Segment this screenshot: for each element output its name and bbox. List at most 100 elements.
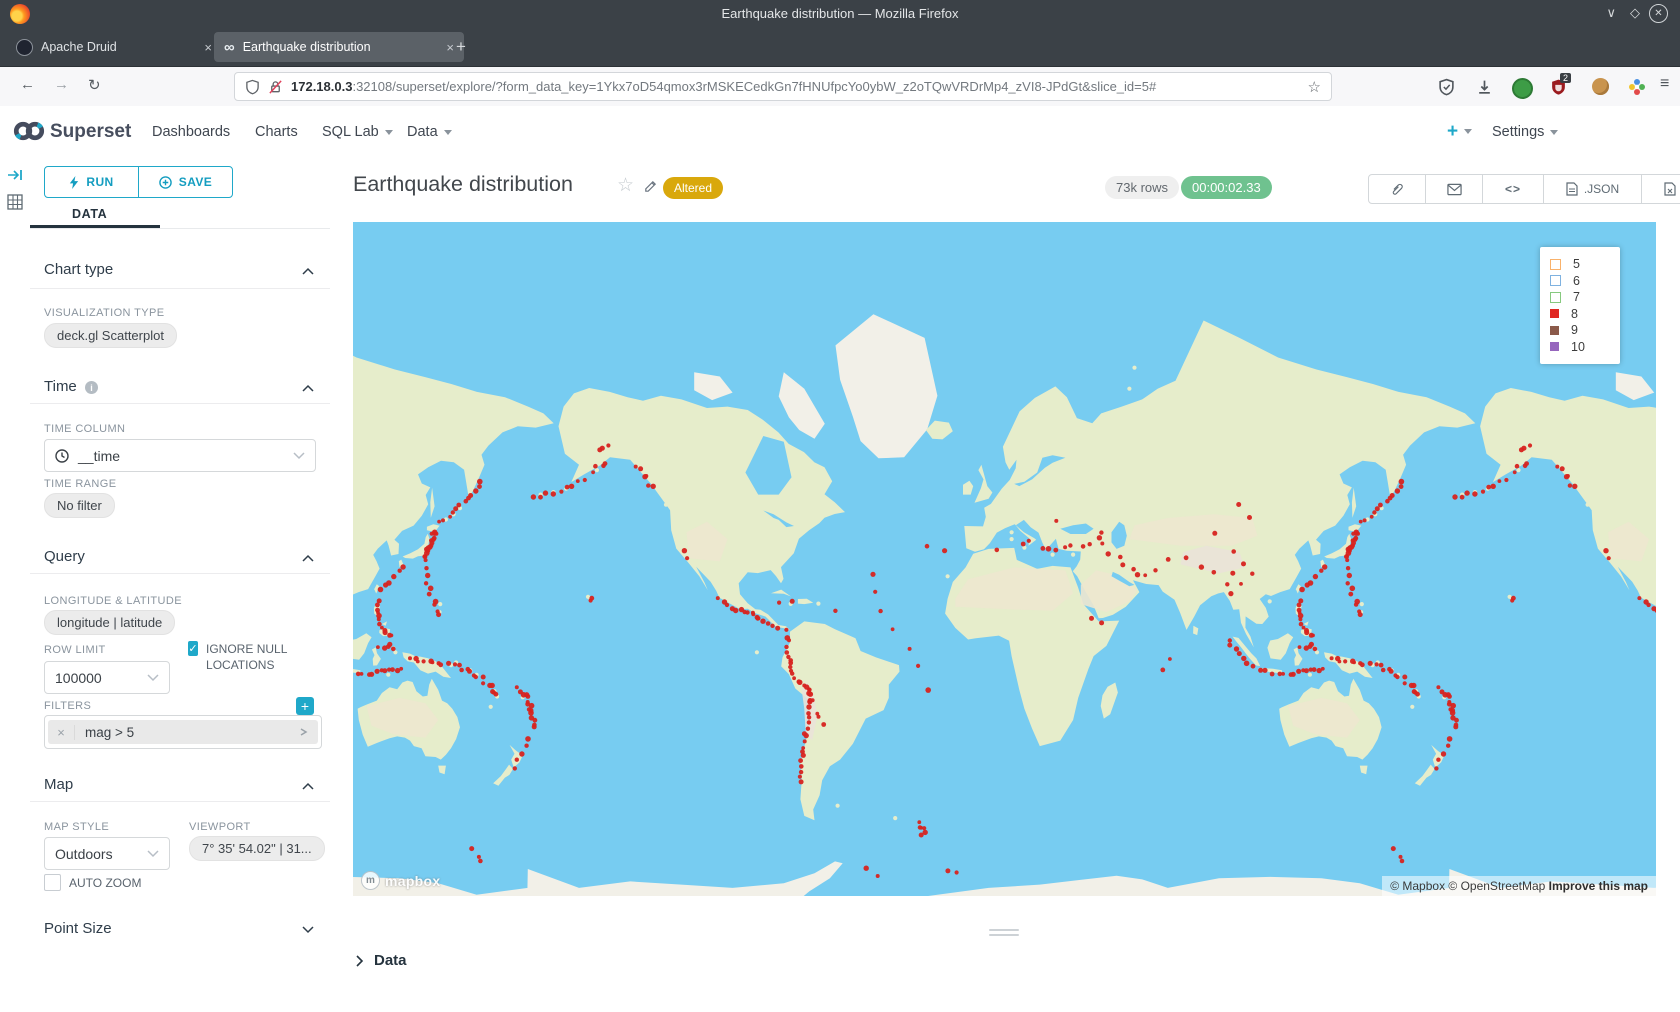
lonlat-value[interactable]: longitude | latitude (44, 610, 175, 635)
data-results-header[interactable]: Data (355, 952, 407, 969)
window-close-icon[interactable]: ✕ (1649, 4, 1668, 23)
legend-row[interactable]: 10 (1550, 339, 1610, 356)
browser-tab-earthquake[interactable]: ∞ Earthquake distribution × (214, 32, 464, 62)
chevron-down-icon[interactable] (302, 926, 314, 934)
section-chart-type[interactable]: Chart type (44, 261, 113, 278)
back-icon[interactable]: ← (20, 76, 35, 93)
legend-row[interactable]: 7 (1550, 289, 1610, 306)
world-map-canvas (353, 222, 1656, 896)
remove-filter-icon[interactable]: × (48, 725, 75, 740)
time-range-value[interactable]: No filter (44, 493, 115, 518)
section-query[interactable]: Query (44, 548, 85, 565)
auto-zoom-checkbox[interactable]: AUTO ZOOM (44, 874, 141, 891)
downloads-icon[interactable] (1476, 78, 1493, 96)
lightning-icon (69, 176, 79, 189)
extension-green-icon[interactable] (1512, 78, 1533, 99)
tab-close-icon[interactable]: × (446, 40, 454, 55)
time-column-select[interactable]: __time (44, 439, 316, 472)
forward-icon[interactable]: → (54, 76, 69, 93)
viewport-value[interactable]: 7° 35' 54.02" | 31... (189, 836, 325, 861)
filters-label: FILTERS (44, 700, 91, 712)
save-button[interactable]: SAVE (138, 167, 232, 197)
legend-row[interactable]: 8 (1550, 306, 1610, 323)
filter-chip[interactable]: × mag > 5 (48, 720, 318, 744)
checkbox-checked-icon: ✓ (188, 641, 198, 656)
new-item-button[interactable]: + (1447, 121, 1472, 143)
bookmark-star-icon[interactable]: ☆ (1308, 78, 1321, 96)
new-tab-button[interactable]: + (456, 38, 466, 55)
expand-panel-icon[interactable] (7, 167, 23, 183)
control-panel: RUN SAVE DATA Chart type VISUALIZATION T… (30, 157, 331, 1012)
attribution-text[interactable]: © Mapbox © OpenStreetMap (1390, 879, 1545, 893)
legend-row[interactable]: 5 (1550, 256, 1610, 273)
window-titlebar: Earthquake distribution — Mozilla Firefo… (0, 0, 1680, 28)
nav-data[interactable]: Data (407, 124, 452, 140)
envelope-icon (1447, 183, 1462, 196)
chevron-right-icon[interactable] (298, 728, 310, 736)
map-legend[interactable]: 5 678910 (1540, 247, 1620, 364)
add-filter-button[interactable]: + (296, 697, 314, 715)
tab-close-icon[interactable]: × (204, 40, 212, 55)
browser-tab-druid[interactable]: Apache Druid × (6, 32, 222, 62)
insecure-lock-icon[interactable] (268, 79, 283, 95)
protections-shield-icon[interactable] (1438, 78, 1455, 96)
chevron-down-icon (147, 850, 159, 858)
map-style-label: MAP STYLE (44, 821, 109, 833)
legend-label: 5 (1573, 257, 1580, 271)
favorite-star-icon[interactable]: ☆ (617, 174, 634, 197)
panel-resize-handle[interactable] (989, 929, 1019, 939)
viz-type-value[interactable]: deck.gl Scatterplot (44, 323, 177, 348)
brand-name[interactable]: Superset (50, 121, 131, 143)
legend-row[interactable]: 9 (1550, 322, 1610, 339)
ignore-null-checkbox[interactable]: ✓ IGNORE NULL LOCATIONS (188, 641, 308, 673)
druid-favicon (16, 39, 33, 56)
file-x-icon (1664, 182, 1676, 196)
browser-tab-strip: Apache Druid × ∞ Earthquake distribution… (0, 28, 1680, 67)
nav-settings[interactable]: Settings (1492, 124, 1558, 140)
chevron-up-icon[interactable] (302, 782, 314, 790)
divider (30, 573, 330, 574)
chevron-up-icon[interactable] (302, 267, 314, 275)
legend-row[interactable]: 6 (1550, 273, 1610, 290)
section-time[interactable]: Time (44, 378, 77, 395)
export-json-button[interactable]: .JSON (1544, 174, 1642, 204)
ublock-shield-icon[interactable]: 2 (1550, 78, 1567, 101)
nav-sql-lab[interactable]: SQL Lab (322, 124, 393, 140)
email-button[interactable] (1426, 174, 1483, 204)
pinwheel-extension-icon[interactable] (1628, 78, 1646, 96)
run-save-group: RUN SAVE (44, 166, 233, 198)
share-link-button[interactable] (1368, 174, 1426, 204)
embed-code-button[interactable]: <> (1483, 174, 1544, 204)
deckgl-map[interactable]: 5 678910 m mapbox © Mapbox © OpenStreetMa… (353, 222, 1656, 896)
export-csv-button[interactable]: .CSV (1642, 174, 1680, 204)
map-attribution: © Mapbox © OpenStreetMap Improve this ma… (1382, 876, 1656, 896)
improve-map-link[interactable]: Improve this map (1549, 879, 1648, 893)
auto-zoom-label: AUTO ZOOM (69, 875, 141, 891)
tabs-divider (30, 228, 330, 229)
run-button[interactable]: RUN (45, 167, 138, 197)
legend-swatch-icon (1550, 275, 1561, 286)
window-minimize-icon[interactable]: ∨ (1606, 5, 1616, 21)
info-icon[interactable]: i (85, 381, 98, 394)
section-point-size[interactable]: Point Size (44, 920, 112, 937)
tab-data[interactable]: DATA (72, 207, 107, 221)
section-map[interactable]: Map (44, 776, 73, 793)
nav-charts[interactable]: Charts (255, 124, 298, 140)
altered-badge[interactable]: Altered (663, 177, 723, 199)
legend-swatch-icon (1550, 342, 1559, 351)
row-limit-select[interactable]: 100000 (44, 661, 170, 694)
chevron-up-icon[interactable] (302, 384, 314, 392)
edit-pencil-icon[interactable] (643, 179, 658, 194)
window-maximize-icon[interactable]: ◇ (1630, 5, 1640, 21)
datasource-grid-icon[interactable] (7, 194, 23, 210)
url-bar[interactable]: 172.18.0.3:32108/superset/explore/?form_… (234, 72, 1332, 101)
hamburger-menu-icon[interactable]: ≡ (1660, 75, 1669, 93)
mapbox-logo[interactable]: m mapbox (361, 871, 440, 890)
nav-dashboards[interactable]: Dashboards (152, 124, 230, 140)
cookie-icon[interactable] (1592, 78, 1609, 95)
shield-permissions-icon[interactable] (245, 79, 260, 95)
map-style-select[interactable]: Outdoors (44, 837, 170, 870)
reload-icon[interactable]: ↻ (88, 76, 101, 94)
chevron-up-icon[interactable] (302, 554, 314, 562)
tab-label: Earthquake distribution (243, 40, 439, 54)
